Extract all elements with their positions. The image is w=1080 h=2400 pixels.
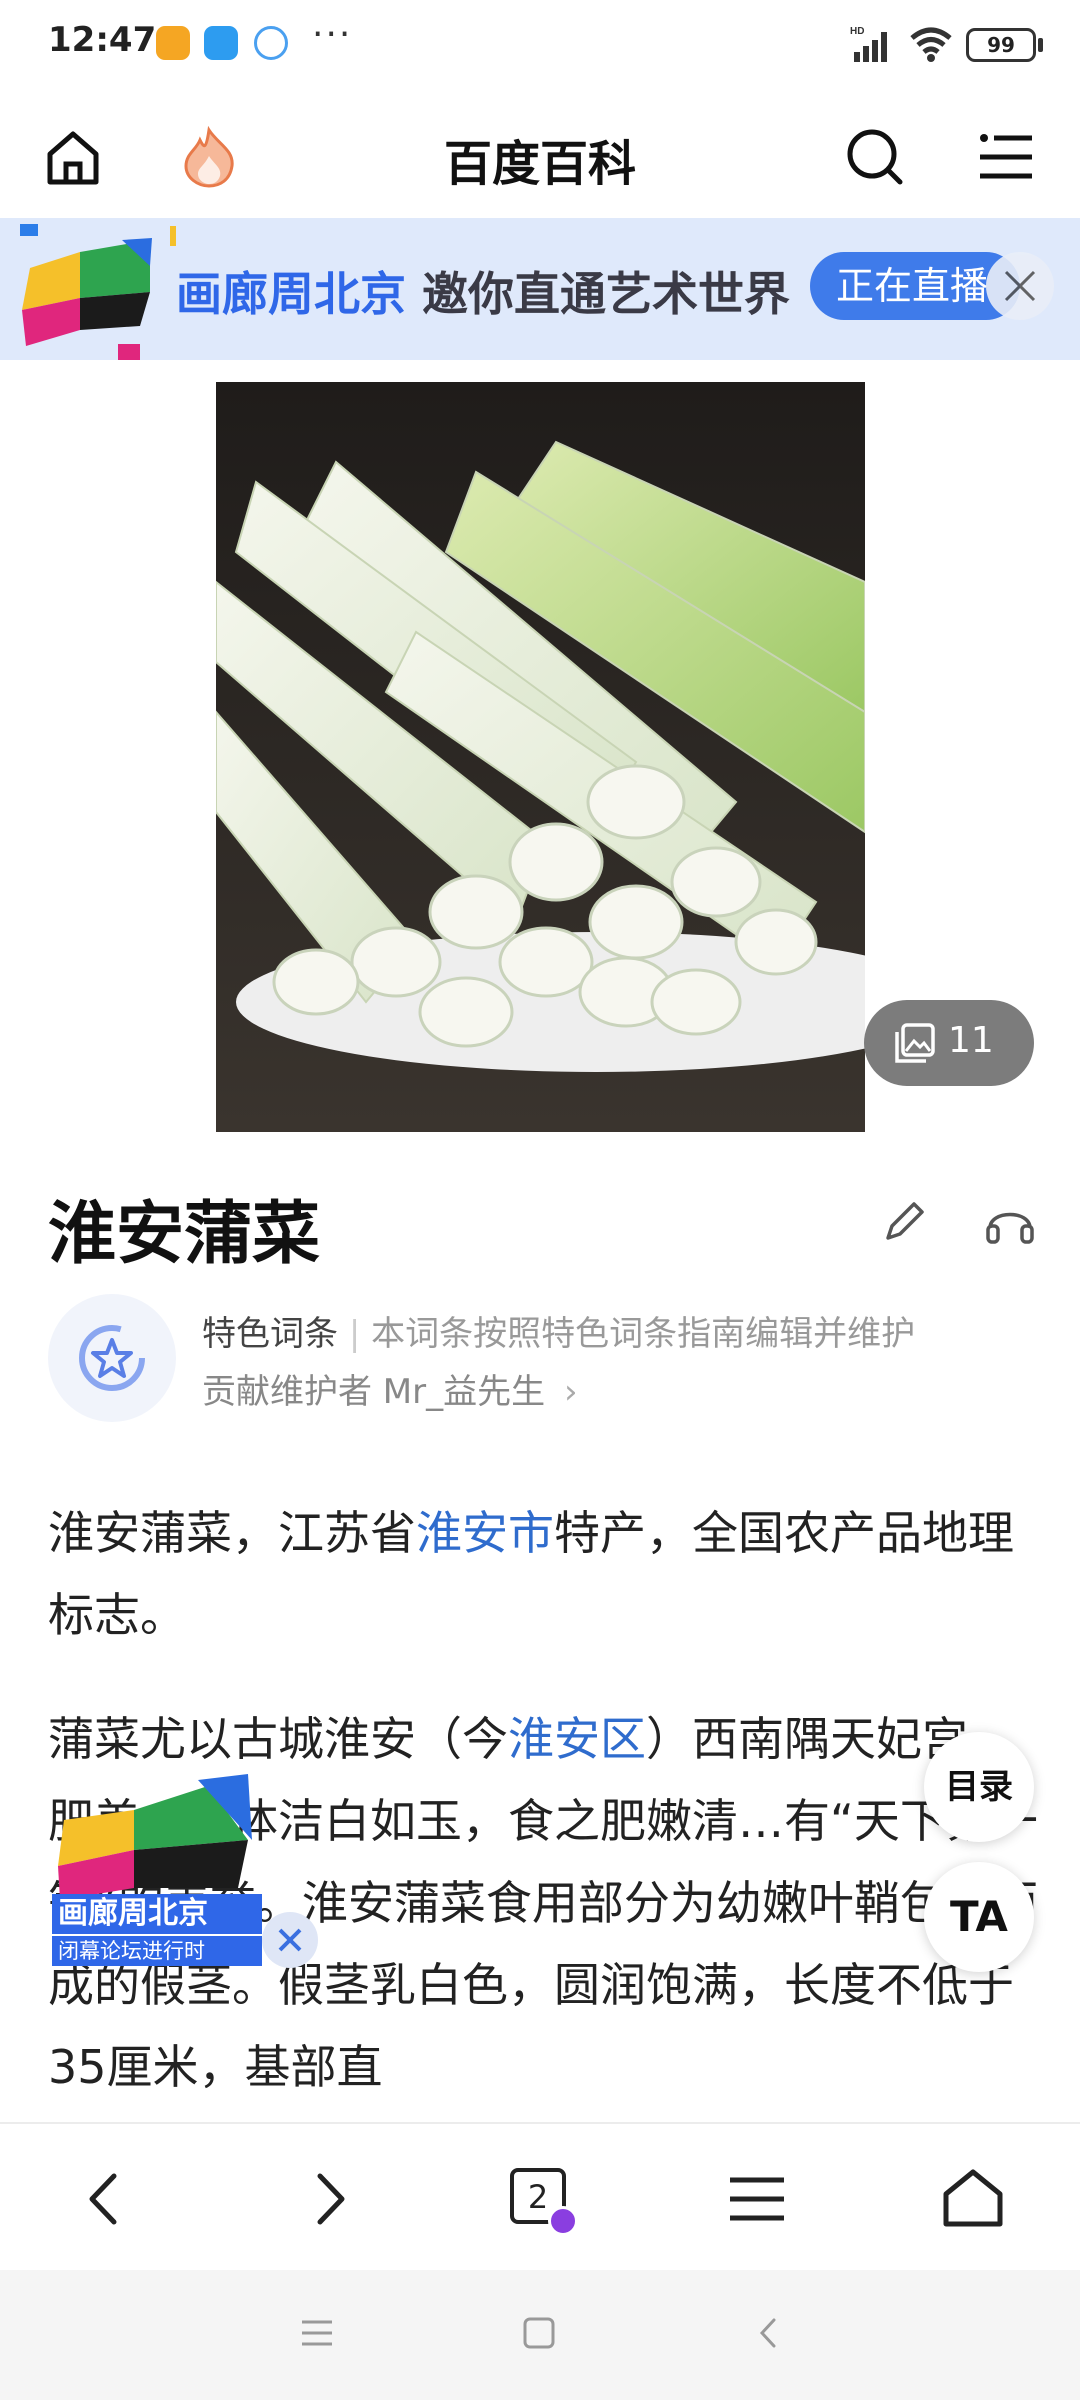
feature-desc: 本词条按照特色词条指南编辑并维护: [371, 1314, 916, 1354]
article-title: 淮安蒲菜: [48, 1195, 321, 1274]
link-huaian-city[interactable]: 淮安市: [416, 1506, 554, 1560]
gallery-count-button[interactable]: 11: [864, 1000, 1034, 1086]
banner-brand: 画廊周北京: [176, 267, 406, 321]
incognito-badge-icon: [548, 2206, 578, 2236]
feature-tag: 特色词条: [202, 1314, 338, 1354]
recent-apps-icon[interactable]: [300, 2316, 334, 2350]
wifi-icon: [910, 27, 952, 62]
edit-pencil-icon[interactable]: [880, 1196, 930, 1246]
battery-icon: 99: [966, 28, 1036, 62]
paragraph-text: 蒲菜尤以古城淮安（今: [48, 1712, 508, 1766]
gallery-week-logo-icon: [20, 224, 176, 360]
gallery-count: 11: [948, 1020, 994, 1061]
cattail-stalks-image: [216, 382, 865, 1132]
menu-lines-icon[interactable]: [720, 2162, 794, 2236]
page-title: 百度百科: [443, 136, 636, 192]
svg-text:HD: HD: [850, 26, 864, 37]
battery-level: 99: [972, 34, 1030, 56]
hero-image[interactable]: [216, 382, 865, 1132]
contributor-link[interactable]: 贡献维护者 Mr_益先生 ›: [202, 1364, 578, 1413]
paragraph-1: 淮安蒲菜，江苏省淮安市特产，全国农产品地理标志。: [48, 1492, 1048, 1656]
floating-ad[interactable]: 画廊周北京 闭幕论坛进行时: [48, 1770, 328, 1980]
audio-headphones-icon[interactable]: [984, 1196, 1036, 1246]
app-header: 百度百科: [0, 88, 1080, 218]
app-notification-icon: [204, 26, 238, 60]
featured-star-icon: [79, 1325, 145, 1391]
status-bar: 12:47 ··· HD 99: [0, 0, 1080, 88]
mini-banner-sub: 闭幕论坛进行时: [52, 1936, 262, 1966]
mini-banner-brand: 画廊周北京: [52, 1894, 262, 1934]
system-nav-bar: [0, 2270, 1080, 2400]
feature-separator: |: [348, 1314, 361, 1354]
text-size-button[interactable]: TA: [924, 1862, 1034, 1972]
battery-tip: [1038, 38, 1043, 52]
app-notification-icon: [156, 26, 190, 60]
app-notification-icon: [254, 26, 288, 60]
close-icon: [1004, 270, 1036, 302]
contributor-text: 贡献维护者 Mr_益先生: [202, 1372, 546, 1412]
mini-banner-close-button[interactable]: [262, 1912, 318, 1968]
toc-button[interactable]: 目录: [924, 1732, 1034, 1842]
browser-bottom-nav: 2: [0, 2122, 1080, 2270]
gallery-week-mini-logo-icon: [58, 1774, 252, 1900]
link-huaian-district[interactable]: 淮安区: [508, 1712, 646, 1766]
close-icon: [278, 1928, 302, 1952]
home-square-icon[interactable]: [522, 2316, 556, 2350]
home-icon[interactable]: [936, 2162, 1010, 2236]
tabs-button[interactable]: 2: [502, 2162, 578, 2236]
banner-text: 画廊周北京 邀你直通艺术世界: [176, 258, 790, 324]
feature-badge: [48, 1294, 176, 1422]
more-notifications-icon: ···: [312, 14, 353, 55]
feature-line: 特色词条 | 本词条按照特色词条指南编辑并维护: [202, 1306, 915, 1355]
status-time: 12:47: [48, 20, 157, 60]
paragraph-text: 淮安蒲菜，江苏省: [48, 1506, 416, 1560]
search-icon[interactable]: [844, 126, 906, 188]
banner-close-button[interactable]: [986, 252, 1054, 320]
back-icon[interactable]: [70, 2162, 144, 2236]
image-gallery-icon: [895, 1023, 935, 1063]
system-back-icon[interactable]: [752, 2316, 786, 2350]
forward-icon[interactable]: [290, 2162, 364, 2236]
chevron-right-icon: ›: [563, 1372, 578, 1412]
signal-icon: HD: [850, 26, 887, 62]
banner-slogan: 邀你直通艺术世界: [422, 267, 791, 321]
menu-icon[interactable]: [976, 126, 1038, 188]
ad-banner[interactable]: 画廊周北京 邀你直通艺术世界 正在直播: [0, 218, 1080, 360]
